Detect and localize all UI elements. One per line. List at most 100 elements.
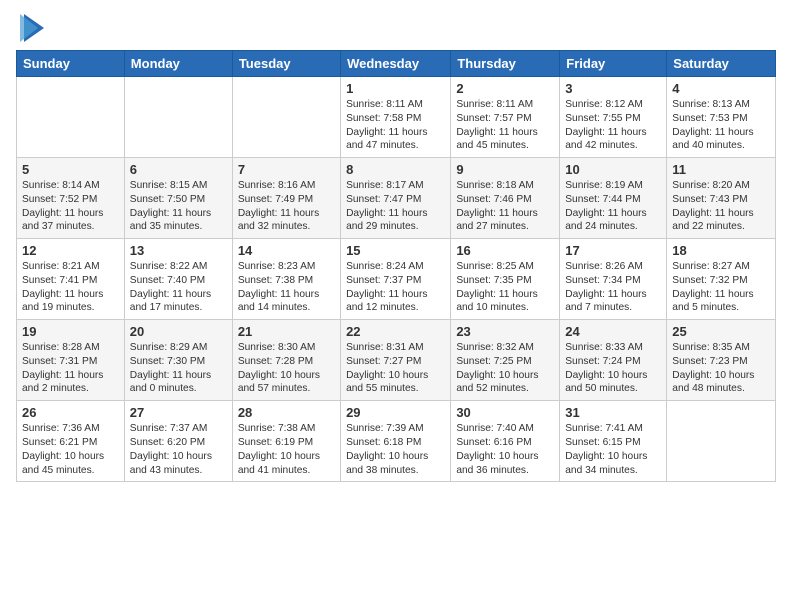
cell-content: Sunrise: 8:35 AM Sunset: 7:23 PM Dayligh… — [672, 341, 770, 396]
calendar-cell: 31Sunrise: 7:41 AM Sunset: 6:15 PM Dayli… — [560, 401, 667, 482]
day-number: 30 — [456, 405, 554, 420]
day-header-thursday: Thursday — [451, 51, 560, 77]
calendar-cell: 10 Sunrise: 8:19 AM Sunset: 7:44 PM Dayli… — [560, 158, 667, 239]
day-header-sunday: Sunday — [17, 51, 125, 77]
logo-icon — [20, 14, 44, 42]
calendar-cell: 30 Sunrise: 7:40 AM Sunset: 6:16 PM Dayli… — [451, 401, 560, 482]
day-number: 8 — [346, 162, 445, 177]
day-number: 25 — [672, 324, 770, 339]
day-number: 12 — [22, 243, 119, 258]
logo — [16, 14, 44, 42]
cell-content: Sunrise: 8:11 AM Sunset: 7:58 PM Dayligh… — [346, 98, 445, 153]
day-number: 16 — [456, 243, 554, 258]
cell-content: Sunrise: 8:28 AM Sunset: 7:31 PM Dayligh… — [22, 341, 119, 396]
day-header-monday: Monday — [124, 51, 232, 77]
calendar-cell: 3 Sunrise: 8:12 AM Sunset: 7:55 PM Daylig… — [560, 77, 667, 158]
header — [16, 10, 776, 42]
calendar-cell: 22Sunrise: 8:31 AM Sunset: 7:27 PM Dayli… — [341, 320, 451, 401]
calendar-cell: 14Sunrise: 8:23 AM Sunset: 7:38 PM Dayli… — [232, 239, 340, 320]
cell-content: Sunrise: 8:30 AM Sunset: 7:28 PM Dayligh… — [238, 341, 335, 396]
day-number: 20 — [130, 324, 227, 339]
calendar-cell: 20 Sunrise: 8:29 AM Sunset: 7:30 PM Dayli… — [124, 320, 232, 401]
cell-content: Sunrise: 8:12 AM Sunset: 7:55 PM Dayligh… — [565, 98, 661, 153]
calendar-cell — [667, 401, 776, 482]
day-number: 3 — [565, 81, 661, 96]
cell-content: Sunrise: 8:13 AM Sunset: 7:53 PM Dayligh… — [672, 98, 770, 153]
day-number: 19 — [22, 324, 119, 339]
calendar-cell: 25 Sunrise: 8:35 AM Sunset: 7:23 PM Dayli… — [667, 320, 776, 401]
calendar-cell: 5 Sunrise: 8:14 AM Sunset: 7:52 PM Daylig… — [17, 158, 125, 239]
cell-content: Sunrise: 8:33 AM Sunset: 7:24 PM Dayligh… — [565, 341, 661, 396]
calendar-cell: 4 Sunrise: 8:13 AM Sunset: 7:53 PM Daylig… — [667, 77, 776, 158]
calendar-header-row: SundayMondayTuesdayWednesdayThursdayFrid… — [17, 51, 776, 77]
cell-content: Sunrise: 7:38 AM Sunset: 6:19 PM Dayligh… — [238, 422, 335, 477]
day-number: 10 — [565, 162, 661, 177]
calendar-cell: 26 Sunrise: 7:36 AM Sunset: 6:21 PM Dayli… — [17, 401, 125, 482]
cell-content: Sunrise: 8:32 AM Sunset: 7:25 PM Dayligh… — [456, 341, 554, 396]
cell-content: Sunrise: 8:19 AM Sunset: 7:44 PM Dayligh… — [565, 179, 661, 234]
cell-content: Sunrise: 8:27 AM Sunset: 7:32 PM Dayligh… — [672, 260, 770, 315]
calendar-cell: 16 Sunrise: 8:25 AM Sunset: 7:35 PM Dayli… — [451, 239, 560, 320]
cell-content: Sunrise: 8:29 AM Sunset: 7:30 PM Dayligh… — [130, 341, 227, 396]
day-number: 21 — [238, 324, 335, 339]
cell-content: Sunrise: 8:25 AM Sunset: 7:35 PM Dayligh… — [456, 260, 554, 315]
calendar-cell: 13Sunrise: 8:22 AM Sunset: 7:40 PM Dayli… — [124, 239, 232, 320]
day-number: 29 — [346, 405, 445, 420]
calendar-cell: 18Sunrise: 8:27 AM Sunset: 7:32 PM Dayli… — [667, 239, 776, 320]
calendar-cell: 9 Sunrise: 8:18 AM Sunset: 7:46 PM Daylig… — [451, 158, 560, 239]
calendar-week-row: 19 Sunrise: 8:28 AM Sunset: 7:31 PM Dayli… — [17, 320, 776, 401]
calendar-cell: 15Sunrise: 8:24 AM Sunset: 7:37 PM Dayli… — [341, 239, 451, 320]
day-number: 4 — [672, 81, 770, 96]
day-number: 5 — [22, 162, 119, 177]
cell-content: Sunrise: 8:16 AM Sunset: 7:49 PM Dayligh… — [238, 179, 335, 234]
day-number: 6 — [130, 162, 227, 177]
cell-content: Sunrise: 8:18 AM Sunset: 7:46 PM Dayligh… — [456, 179, 554, 234]
day-number: 24 — [565, 324, 661, 339]
cell-content: Sunrise: 8:31 AM Sunset: 7:27 PM Dayligh… — [346, 341, 445, 396]
cell-content: Sunrise: 8:15 AM Sunset: 7:50 PM Dayligh… — [130, 179, 227, 234]
page: SundayMondayTuesdayWednesdayThursdayFrid… — [0, 0, 792, 612]
calendar-cell: 7 Sunrise: 8:16 AM Sunset: 7:49 PM Daylig… — [232, 158, 340, 239]
cell-content: Sunrise: 8:23 AM Sunset: 7:38 PM Dayligh… — [238, 260, 335, 315]
calendar-week-row: 26 Sunrise: 7:36 AM Sunset: 6:21 PM Dayli… — [17, 401, 776, 482]
calendar-cell — [17, 77, 125, 158]
day-header-wednesday: Wednesday — [341, 51, 451, 77]
calendar-cell: 1Sunrise: 8:11 AM Sunset: 7:58 PM Daylig… — [341, 77, 451, 158]
day-number: 9 — [456, 162, 554, 177]
day-header-saturday: Saturday — [667, 51, 776, 77]
day-number: 28 — [238, 405, 335, 420]
day-number: 7 — [238, 162, 335, 177]
day-number: 17 — [565, 243, 661, 258]
calendar-cell — [124, 77, 232, 158]
day-header-friday: Friday — [560, 51, 667, 77]
day-number: 26 — [22, 405, 119, 420]
cell-content: Sunrise: 7:40 AM Sunset: 6:16 PM Dayligh… — [456, 422, 554, 477]
calendar-cell: 12 Sunrise: 8:21 AM Sunset: 7:41 PM Dayli… — [17, 239, 125, 320]
calendar-cell: 2Sunrise: 8:11 AM Sunset: 7:57 PM Daylig… — [451, 77, 560, 158]
day-number: 23 — [456, 324, 554, 339]
day-number: 13 — [130, 243, 227, 258]
calendar-cell: 24 Sunrise: 8:33 AM Sunset: 7:24 PM Dayli… — [560, 320, 667, 401]
calendar-cell: 6 Sunrise: 8:15 AM Sunset: 7:50 PM Daylig… — [124, 158, 232, 239]
day-number: 31 — [565, 405, 661, 420]
calendar-cell: 29Sunrise: 7:39 AM Sunset: 6:18 PM Dayli… — [341, 401, 451, 482]
cell-content: Sunrise: 8:21 AM Sunset: 7:41 PM Dayligh… — [22, 260, 119, 315]
calendar-cell: 19 Sunrise: 8:28 AM Sunset: 7:31 PM Dayli… — [17, 320, 125, 401]
cell-content: Sunrise: 7:37 AM Sunset: 6:20 PM Dayligh… — [130, 422, 227, 477]
calendar-cell: 17 Sunrise: 8:26 AM Sunset: 7:34 PM Dayli… — [560, 239, 667, 320]
calendar-table: SundayMondayTuesdayWednesdayThursdayFrid… — [16, 50, 776, 482]
day-number: 15 — [346, 243, 445, 258]
calendar-week-row: 12 Sunrise: 8:21 AM Sunset: 7:41 PM Dayli… — [17, 239, 776, 320]
day-number: 2 — [456, 81, 554, 96]
calendar-cell — [232, 77, 340, 158]
calendar-cell: 11Sunrise: 8:20 AM Sunset: 7:43 PM Dayli… — [667, 158, 776, 239]
calendar-cell: 28 Sunrise: 7:38 AM Sunset: 6:19 PM Dayli… — [232, 401, 340, 482]
day-number: 27 — [130, 405, 227, 420]
cell-content: Sunrise: 7:36 AM Sunset: 6:21 PM Dayligh… — [22, 422, 119, 477]
cell-content: Sunrise: 8:14 AM Sunset: 7:52 PM Dayligh… — [22, 179, 119, 234]
cell-content: Sunrise: 8:20 AM Sunset: 7:43 PM Dayligh… — [672, 179, 770, 234]
cell-content: Sunrise: 8:17 AM Sunset: 7:47 PM Dayligh… — [346, 179, 445, 234]
calendar-cell: 23 Sunrise: 8:32 AM Sunset: 7:25 PM Dayli… — [451, 320, 560, 401]
cell-content: Sunrise: 8:26 AM Sunset: 7:34 PM Dayligh… — [565, 260, 661, 315]
calendar-week-row: 1Sunrise: 8:11 AM Sunset: 7:58 PM Daylig… — [17, 77, 776, 158]
